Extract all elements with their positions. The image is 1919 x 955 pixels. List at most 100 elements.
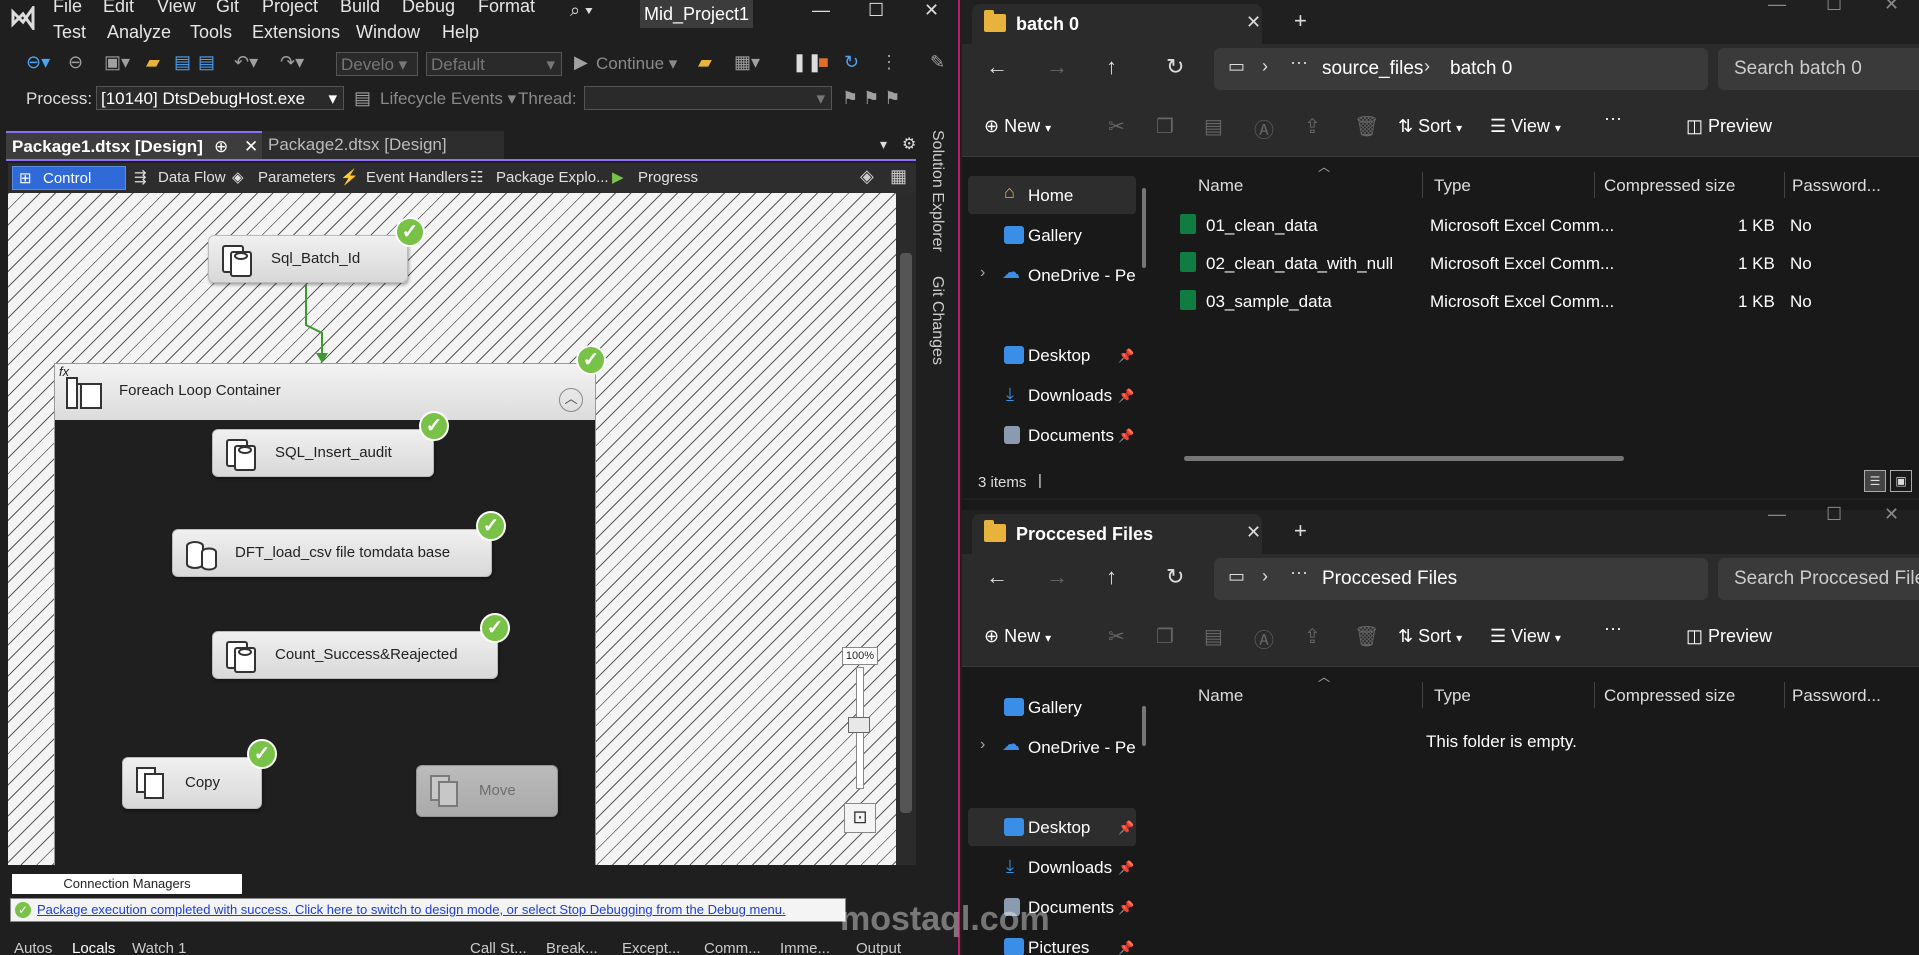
- save-icon[interactable]: ▤: [174, 52, 191, 73]
- canvas-scrollbar-thumb[interactable]: [900, 253, 912, 813]
- solution-explorer-tab[interactable]: Solution Explorer: [928, 130, 946, 252]
- minimize-icon[interactable]: —: [812, 0, 830, 21]
- tiles-view-icon[interactable]: ▣: [1890, 470, 1912, 492]
- column-separator[interactable]: [1784, 172, 1785, 198]
- tab-event-handlers[interactable]: ⚡ Event Handlers: [340, 166, 469, 190]
- copy-icon[interactable]: ❐: [1156, 624, 1174, 649]
- control-flow-canvas[interactable]: Sql_Batch_Id ✓ fx Foreach Loop Container…: [8, 193, 916, 865]
- tab-close-icon[interactable]: ✕: [244, 133, 258, 161]
- task-move[interactable]: Move: [416, 765, 558, 817]
- breadcrumb-source-files[interactable]: source_files: [1322, 58, 1423, 80]
- task-dft-load-csv[interactable]: DFT_load_csv file tomdata base: [172, 529, 492, 577]
- more-locations-icon[interactable]: ···: [1290, 52, 1308, 73]
- tab-autos[interactable]: Autos: [14, 940, 52, 955]
- close-icon[interactable]: ✕: [1884, 504, 1899, 525]
- pin-icon[interactable]: 📌: [1118, 940, 1134, 955]
- pin-icon[interactable]: ⊕: [214, 133, 228, 161]
- column-compressed-size[interactable]: Compressed size: [1604, 176, 1735, 196]
- close-icon[interactable]: ✕: [924, 0, 939, 21]
- maximize-icon[interactable]: ☐: [868, 0, 884, 21]
- horizontal-scrollbar-thumb[interactable]: [1184, 456, 1624, 461]
- variables-icon[interactable]: ◈: [860, 166, 874, 187]
- tab-package-explorer[interactable]: ☷ Package Explo...: [470, 166, 609, 190]
- pin-icon[interactable]: 📌: [1118, 900, 1134, 916]
- copy-icon[interactable]: ❐: [1156, 114, 1174, 139]
- forward-arrow-icon[interactable]: →: [1046, 54, 1068, 80]
- details-view-icon[interactable]: ☰: [1864, 470, 1886, 492]
- minimize-icon[interactable]: —: [1768, 0, 1786, 15]
- tab-control-flow[interactable]: ⊞ Control Flow: [12, 166, 126, 211]
- nav-gallery[interactable]: Gallery: [1028, 698, 1082, 718]
- tab-close-icon[interactable]: ✕: [1246, 12, 1261, 33]
- canvas-scrollbar[interactable]: [896, 193, 916, 865]
- lifecycle-events-button[interactable]: Lifecycle Events ▾: [380, 89, 516, 109]
- pin-icon[interactable]: 📌: [1118, 428, 1134, 444]
- paste-icon[interactable]: ▤: [1204, 624, 1223, 649]
- nav-downloads[interactable]: Downloads: [1028, 386, 1112, 406]
- menu-file[interactable]: File: [53, 0, 82, 17]
- delete-icon[interactable]: 🗑: [1354, 624, 1379, 649]
- column-type[interactable]: Type: [1434, 686, 1471, 706]
- settings-gear-icon[interactable]: ⚙: [902, 134, 916, 154]
- new-tab-icon[interactable]: +: [1294, 8, 1307, 34]
- column-separator[interactable]: [1422, 682, 1423, 708]
- nav-gallery[interactable]: Gallery: [1028, 226, 1082, 246]
- tab-progress[interactable]: ▶ Progress: [612, 166, 698, 190]
- table-row[interactable]: 01_clean_data Microsoft Excel Comm... 1 …: [1148, 206, 1919, 242]
- minimize-icon[interactable]: —: [1768, 504, 1786, 525]
- undo-icon[interactable]: ↶▾: [234, 52, 258, 73]
- task-sql-insert-audit[interactable]: SQL_Insert_audit: [212, 429, 434, 477]
- nav-onedrive[interactable]: OneDrive - Pe: [1028, 738, 1136, 758]
- preview-button[interactable]: ◫ Preview: [1686, 116, 1772, 137]
- more-options-icon[interactable]: ···: [1604, 618, 1622, 639]
- maximize-icon[interactable]: ☐: [1826, 0, 1842, 15]
- column-separator[interactable]: [1784, 682, 1785, 708]
- tab-immediate[interactable]: Imme...: [780, 940, 830, 955]
- git-changes-tab[interactable]: Git Changes: [928, 276, 946, 365]
- breadcrumb-processed-files[interactable]: Proccesed Files: [1322, 568, 1457, 590]
- sort-button[interactable]: ⇅ Sort ▾: [1398, 626, 1462, 647]
- menu-edit[interactable]: Edit: [103, 0, 134, 17]
- tab-exceptions[interactable]: Except...: [622, 940, 680, 955]
- layout-icon[interactable]: ▦▾: [734, 52, 760, 73]
- overflow-icon[interactable]: ⋮: [880, 52, 898, 73]
- new-project-icon[interactable]: ▣▾: [104, 52, 130, 73]
- continue-icon[interactable]: ▶: [574, 52, 588, 73]
- open-folder-icon[interactable]: ▰: [146, 52, 160, 73]
- refresh-icon[interactable]: ↻: [1166, 564, 1184, 590]
- stop-icon[interactable]: ■: [818, 52, 829, 73]
- menu-help[interactable]: Help: [442, 22, 479, 43]
- column-separator[interactable]: [1594, 172, 1595, 198]
- nav-pictures[interactable]: Pictures: [1028, 938, 1089, 955]
- save-all-icon[interactable]: ▤: [198, 52, 215, 73]
- table-row[interactable]: 03_sample_data Microsoft Excel Comm... 1…: [1148, 282, 1919, 318]
- thread-combo[interactable]: ▾: [584, 86, 832, 110]
- zoom-fit-icon[interactable]: ⊡: [844, 803, 876, 833]
- forward-arrow-icon[interactable]: →: [1046, 564, 1068, 590]
- menu-window[interactable]: Window: [356, 22, 420, 43]
- tab-list-dropdown-icon[interactable]: ▾: [880, 136, 887, 153]
- rename-icon[interactable]: Ⓐ: [1254, 114, 1274, 143]
- column-password[interactable]: Password...: [1792, 176, 1881, 196]
- close-icon[interactable]: ✕: [1884, 0, 1899, 15]
- menu-view[interactable]: View: [157, 0, 196, 17]
- connection-managers-tab[interactable]: Connection Managers: [12, 874, 242, 894]
- tab-parameters[interactable]: ◈ Parameters: [232, 166, 336, 190]
- zoom-slider-thumb[interactable]: [848, 717, 870, 733]
- cut-icon[interactable]: ✂: [1108, 624, 1125, 649]
- up-arrow-icon[interactable]: ↑: [1106, 54, 1117, 80]
- more-options-icon[interactable]: ···: [1604, 108, 1622, 129]
- share-icon[interactable]: ⇪: [1304, 624, 1321, 649]
- tab-close-icon[interactable]: ✕: [1246, 522, 1261, 543]
- nav-onedrive[interactable]: OneDrive - Pe: [1028, 266, 1136, 286]
- back-icon[interactable]: ⊖▾: [26, 52, 50, 73]
- breadcrumb-batch0[interactable]: batch 0: [1450, 58, 1512, 80]
- search-box[interactable]: Search batch 0: [1718, 48, 1919, 90]
- flag-icon[interactable]: ⚑ ⚑ ⚑: [842, 88, 900, 109]
- delete-icon[interactable]: 🗑: [1354, 114, 1379, 139]
- process-combo[interactable]: [10140] DtsDebugHost.exe ▾: [96, 86, 344, 110]
- nav-downloads[interactable]: Downloads: [1028, 858, 1112, 878]
- folder-view-icon[interactable]: ▰: [698, 52, 712, 73]
- redo-icon[interactable]: ↷▾: [280, 52, 304, 73]
- menu-build[interactable]: Build: [340, 0, 380, 17]
